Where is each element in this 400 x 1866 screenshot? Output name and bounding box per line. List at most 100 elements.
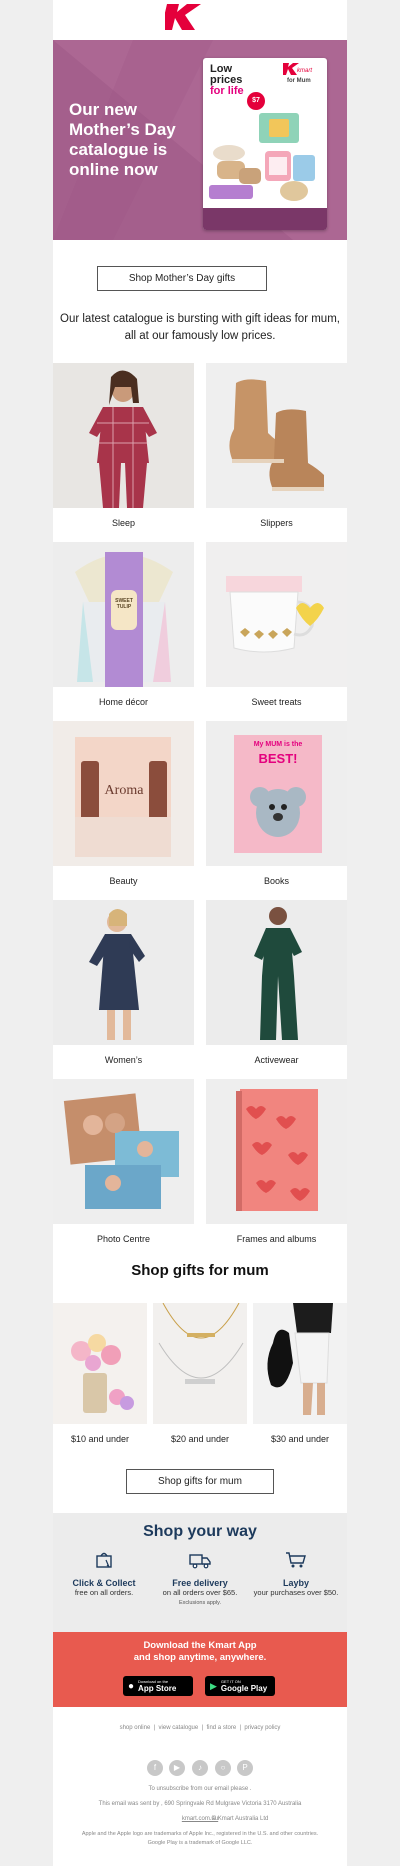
intro-text: Our latest catalogue is bursting with gi… [60, 313, 340, 342]
svg-text:kmart: kmart [297, 68, 312, 74]
footer-links: shop online | view catalogue | find a st… [53, 1725, 347, 1731]
click-collect-sub: free on all orders. [74, 1588, 134, 1597]
app-download-banner: Download the Kmart App and shop anytime,… [53, 1632, 347, 1707]
apple-icon: ● [128, 1680, 135, 1692]
category-tile-sleep[interactable]: Sleep [53, 363, 194, 538]
facebook-icon[interactable]: f [147, 1760, 163, 1776]
pyjamas-icon [53, 363, 194, 508]
legal-google: Google Play is a trademark of Google LLC… [147, 1840, 253, 1846]
gift-label: $10 and under [70, 1434, 130, 1444]
app-banner-text: Download the Kmart App and shop anytime,… [53, 1640, 347, 1664]
category-tile-frames-albums[interactable]: Frames and albums [206, 1079, 347, 1254]
sent-by-text: This email was sent by , 690 Springvale … [98, 1801, 302, 1807]
catalogue-title-line3: for life [210, 85, 244, 97]
pinterest-icon[interactable]: P [237, 1760, 253, 1776]
free-delivery-sub: on all orders over $65. [162, 1588, 238, 1597]
click-collect-item[interactable]: Click & Collect free on all orders. [59, 1551, 149, 1598]
gift-label: $20 and under [170, 1434, 230, 1444]
shop-your-way-section: Shop your way Click & Collect free on al… [53, 1513, 347, 1632]
youtube-icon[interactable]: ▶ [169, 1760, 185, 1776]
free-delivery-note: Exclusions apply. [178, 1600, 222, 1606]
footer-link-find-store[interactable]: find a store [206, 1725, 236, 1731]
necklace-icon [153, 1303, 247, 1424]
book-title-line2: BEST! [258, 751, 298, 766]
gift-tile-30[interactable]: $30 and under [253, 1303, 347, 1444]
category-label: Beauty [109, 876, 138, 886]
jumpsuit-icon [206, 900, 347, 1045]
category-label: Frames and albums [236, 1234, 317, 1244]
shop-mothers-day-gifts-button[interactable]: Shop Mother’s Day gifts [97, 266, 267, 291]
category-tile-activewear[interactable]: Activewear [206, 900, 347, 1075]
category-tile-books[interactable]: My MUM is the BEST! Books [206, 721, 347, 896]
app-store-big-text: App Store [138, 1684, 177, 1693]
gifts-heading: Shop gifts for mum [131, 1262, 269, 1279]
book-title-line1: My MUM is the [253, 741, 303, 748]
candle-label: SWEET TULIP [115, 598, 133, 610]
app-banner-line1: Download the Kmart App [143, 1640, 257, 1651]
gift-label: $30 and under [270, 1434, 330, 1444]
click-collect-title: Click & Collect [72, 1578, 136, 1588]
gift-tile-10[interactable]: $10 and under [53, 1303, 147, 1444]
flowers-icon [53, 1303, 147, 1424]
footer-link-view-catalogue[interactable]: view catalogue [159, 1725, 199, 1731]
footer-link-privacy[interactable]: privacy policy [244, 1725, 280, 1731]
copyright-text: © Kmart Australia Ltd [211, 1816, 269, 1822]
email-body: kmart Our new Mother’s Day catalogue is … [53, 0, 347, 1866]
slippers-icon [206, 363, 347, 508]
kmart-logo[interactable]: kmart [165, 4, 235, 30]
hero-banner[interactable]: Our new Mother’s Day catalogue is online… [53, 40, 347, 240]
catalogue-cover[interactable]: Low prices for life kmart for Mum $7 [203, 58, 327, 230]
free-delivery-item[interactable]: Free delivery on all orders over $65. Ex… [155, 1551, 245, 1606]
layby-item[interactable]: Layby your purchases over $50. [251, 1551, 341, 1598]
google-play-button[interactable]: ▶ GET IT ON Google Play [205, 1676, 275, 1696]
gift-tile-20[interactable]: $20 and under [153, 1303, 247, 1444]
category-tile-womens[interactable]: Women’s [53, 900, 194, 1075]
free-delivery-title: Free delivery [172, 1578, 228, 1588]
candle-icon: SWEET TULIP [53, 542, 194, 687]
category-tile-beauty[interactable]: Aroma Beauty [53, 721, 194, 896]
shop-your-way-title: Shop your way [143, 1523, 257, 1540]
category-label: Sweet treats [251, 697, 302, 707]
category-label: Activewear [254, 1055, 299, 1065]
svg-text:kmart: kmart [193, 16, 216, 26]
catalogue-title: Low prices for life [210, 64, 244, 97]
category-label: Slippers [260, 518, 293, 528]
category-tile-home-decor[interactable]: SWEET TULIP Home décor [53, 542, 194, 717]
layby-title: Layby [282, 1578, 309, 1588]
footer-link-shop-online[interactable]: shop online [120, 1725, 151, 1731]
category-tile-slippers[interactable]: Slippers [206, 363, 347, 538]
dress-icon [53, 900, 194, 1045]
mug-icon [206, 542, 347, 687]
category-label: Photo Centre [96, 1234, 151, 1244]
category-label: Sleep [111, 518, 136, 528]
cart-icon [286, 1552, 306, 1568]
handbag-icon [253, 1303, 347, 1424]
catalogue-products-illustration [209, 113, 315, 201]
instagram-icon[interactable]: ○ [215, 1760, 231, 1776]
unsubscribe-text[interactable]: To unsubscribe from our email please . [53, 1786, 347, 1792]
tiktok-icon[interactable]: ♪ [192, 1760, 208, 1776]
book-icon: My MUM is the BEST! [206, 721, 347, 866]
album-icon [206, 1079, 347, 1224]
app-banner-line2: and shop anytime, anywhere. [133, 1652, 267, 1663]
category-tile-photo-centre[interactable]: Photo Centre [53, 1079, 194, 1254]
legal-apple: Apple and the Apple logo are trademarks … [81, 1831, 319, 1837]
layby-sub: your purchases over $50. [253, 1588, 339, 1597]
category-label: Home décor [98, 697, 149, 707]
aroma-icon: Aroma [53, 721, 194, 866]
hero-headline: Our new Mother’s Day catalogue is online… [69, 100, 176, 179]
category-label: Women’s [104, 1055, 143, 1065]
photo-icon [53, 1079, 194, 1224]
truck-icon [189, 1554, 211, 1569]
click-collect-icon [96, 1552, 112, 1568]
google-play-icon: ▶ [210, 1680, 217, 1691]
catalogue-tag: for Mum [287, 78, 311, 84]
google-play-big-text: Google Play [220, 1684, 268, 1693]
app-store-button[interactable]: ● Download on the App Store [123, 1676, 193, 1696]
shop-gifts-for-mum-button[interactable]: Shop gifts for mum [126, 1469, 274, 1494]
price-badge: $7 [247, 92, 265, 110]
aroma-label: Aroma [104, 783, 144, 798]
catalogue-footer-strip [203, 208, 327, 230]
category-label: Books [263, 876, 289, 886]
category-tile-sweet-treats[interactable]: Sweet treats [206, 542, 347, 717]
